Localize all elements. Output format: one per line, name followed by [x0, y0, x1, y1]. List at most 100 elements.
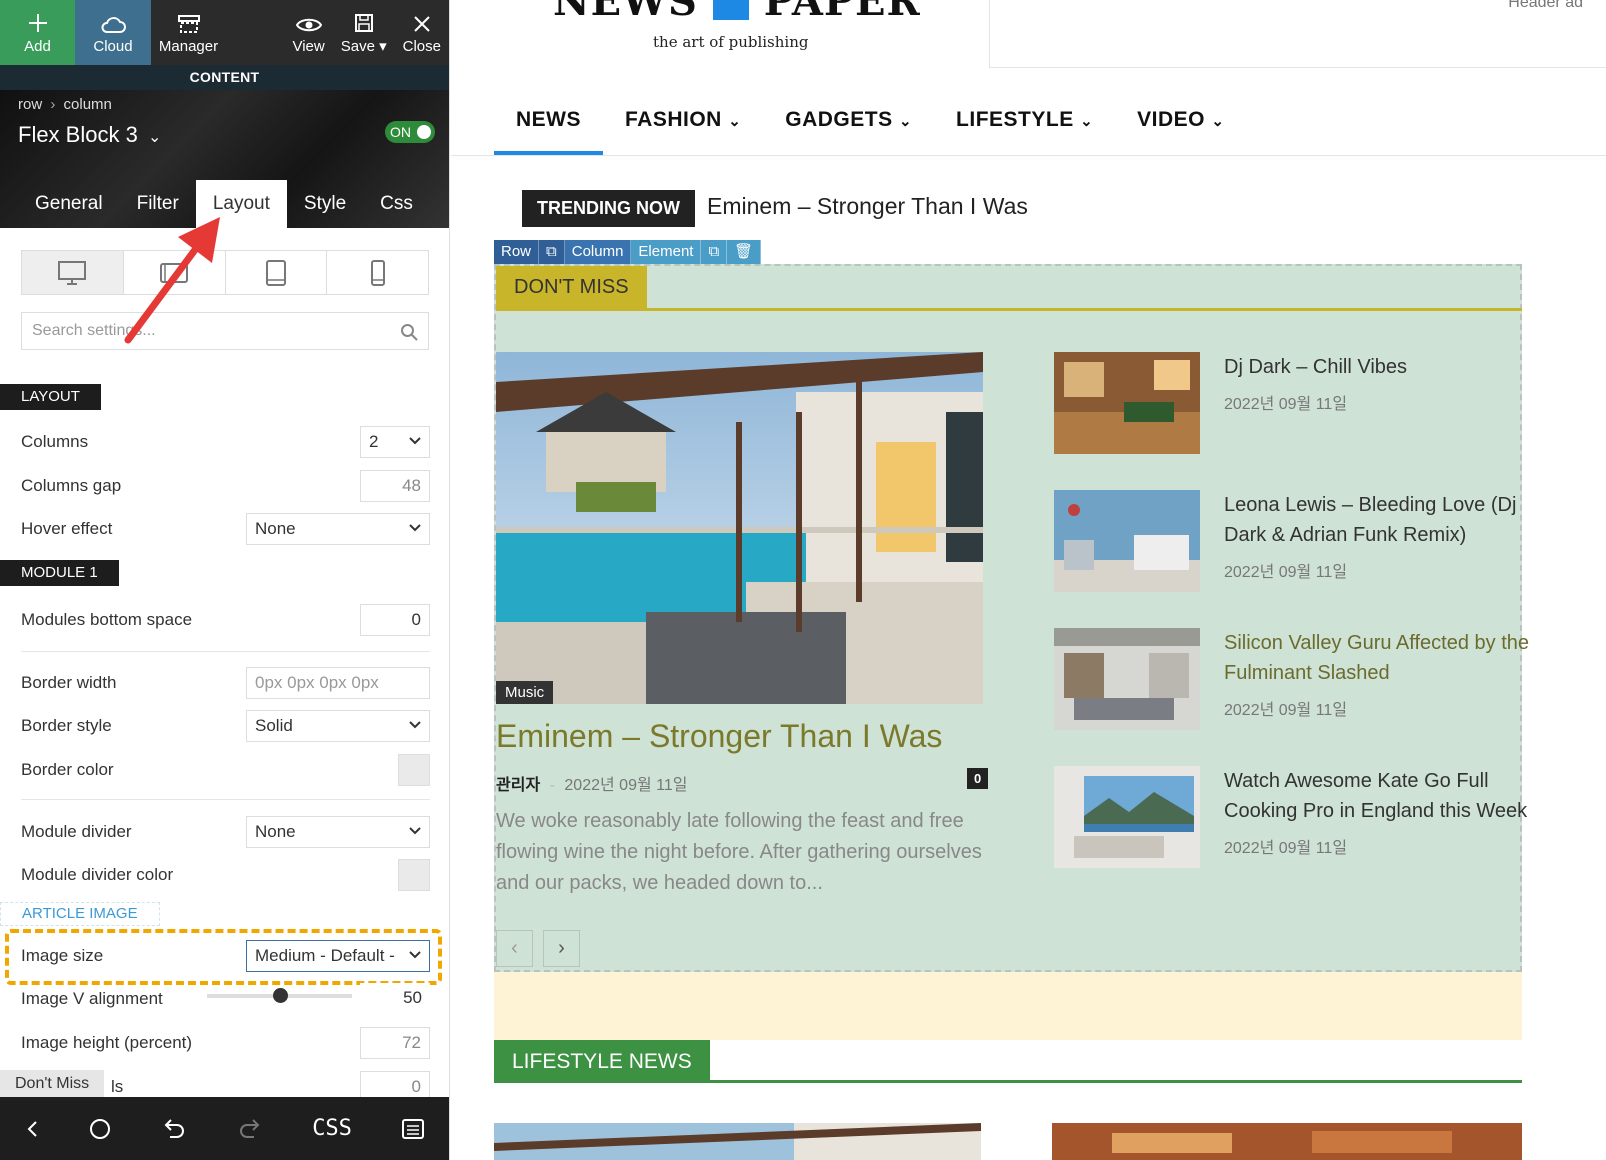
- side-post-title[interactable]: Dj Dark – Chill Vibes: [1224, 352, 1544, 382]
- search-placeholder: Search settings...: [32, 322, 156, 339]
- cloud-button[interactable]: Cloud: [75, 0, 151, 65]
- breadcrumb-row[interactable]: row: [18, 96, 42, 113]
- module-divider-color-swatch[interactable]: [398, 859, 430, 891]
- prev-page-button[interactable]: ‹: [496, 930, 533, 967]
- builder-row-button[interactable]: Row: [494, 240, 540, 264]
- bottom-toolbar: CSS: [0, 1097, 449, 1160]
- tab-style[interactable]: Style: [287, 180, 363, 228]
- module-divider-select[interactable]: None: [246, 816, 430, 848]
- columns-select[interactable]: 2: [360, 426, 430, 458]
- nav-lifestyle[interactable]: LIFESTYLE ⌄: [934, 100, 1115, 155]
- tab-general[interactable]: General: [18, 180, 120, 228]
- pool-villa-image: [496, 352, 983, 704]
- nav-news[interactable]: NEWS: [494, 100, 603, 155]
- blue-room-image: [1054, 490, 1200, 592]
- side-post-title[interactable]: Watch Awesome Kate Go Full Cooking Pro i…: [1224, 766, 1544, 826]
- nav-video-label: VIDEO: [1137, 108, 1205, 131]
- border-color-swatch[interactable]: [398, 754, 430, 786]
- chevron-down-icon: ⌄: [728, 113, 742, 130]
- search-settings-input[interactable]: Search settings...: [21, 312, 429, 350]
- tab-filter[interactable]: Filter: [120, 180, 196, 228]
- trending-title[interactable]: Eminem – Stronger Than I Was: [707, 193, 1028, 220]
- lifestyle-post-image[interactable]: [494, 1123, 981, 1160]
- border-style-select[interactable]: Solid: [246, 710, 430, 742]
- image-v-alignment-slider[interactable]: [207, 988, 352, 1003]
- side-post-thumb[interactable]: [1054, 628, 1200, 730]
- phone-icon: [370, 259, 385, 286]
- desktop-icon: [58, 260, 87, 285]
- hover-effect-value: None: [255, 519, 296, 538]
- chevron-down-icon: ⌄: [147, 129, 162, 146]
- view-button[interactable]: View: [284, 0, 332, 65]
- block-title[interactable]: Flex Block 3 ⌄: [18, 122, 161, 148]
- add-button[interactable]: Add: [0, 0, 75, 65]
- builder-column-button[interactable]: Column: [564, 240, 632, 264]
- close-button[interactable]: Close: [395, 0, 449, 65]
- site-tagline: the art of publishing: [653, 33, 809, 51]
- chevron-down-icon: [409, 721, 421, 729]
- undo-icon[interactable]: [161, 1117, 187, 1141]
- builder-element-button[interactable]: Element: [631, 240, 702, 264]
- cloud-label: Cloud: [93, 38, 133, 55]
- tablet-portrait-button[interactable]: [226, 251, 328, 294]
- side-post-date: 2022년 09월 11일: [1224, 840, 1348, 857]
- side-post-title[interactable]: Silicon Valley Guru Affected by the Fulm…: [1224, 628, 1544, 688]
- site-logo[interactable]: NEWS PAPER: [553, 0, 921, 25]
- slider-handle[interactable]: [272, 988, 288, 1003]
- phone-button[interactable]: [327, 251, 428, 294]
- back-icon[interactable]: [25, 1119, 39, 1139]
- category-badge[interactable]: Music: [496, 681, 554, 704]
- image-height-row: Image height (percent) 72: [21, 1027, 430, 1059]
- dont-miss-line: [496, 308, 1522, 311]
- border-width-input[interactable]: 0px 0px 0px 0px: [246, 667, 430, 699]
- manager-button[interactable]: Manager: [151, 0, 226, 65]
- tablet-landscape-button[interactable]: [124, 251, 226, 294]
- trash-icon[interactable]: 🗑: [727, 240, 762, 264]
- desktop-button[interactable]: [22, 251, 124, 294]
- hover-effect-select[interactable]: None: [246, 513, 430, 545]
- comment-count[interactable]: 0: [967, 768, 989, 789]
- columns-gap-input[interactable]: 48: [360, 470, 430, 502]
- header-ad-label: Header ad: [1508, 0, 1583, 11]
- lounge-image: [1054, 352, 1200, 454]
- author-name[interactable]: 관리자: [496, 777, 540, 794]
- nav-gadgets-label: GADGETS: [785, 108, 893, 131]
- nav-news-label: NEWS: [516, 108, 581, 131]
- css-button[interactable]: CSS: [312, 1116, 352, 1141]
- nav-video[interactable]: VIDEO ⌄: [1115, 100, 1246, 155]
- flex-block[interactable]: DON'T MISS Music Eminem – Stronger Than …: [494, 264, 1529, 972]
- side-post-thumb[interactable]: [1054, 352, 1200, 454]
- image-v-alignment-row: Image V alignment 50: [21, 983, 430, 1015]
- tablet-portrait-icon: [265, 259, 286, 286]
- main-post-image[interactable]: Music: [496, 352, 983, 704]
- tab-layout[interactable]: Layout: [195, 180, 287, 228]
- border-width-row: Border width 0px 0px 0px 0px: [21, 667, 430, 699]
- modules-bottom-space-input[interactable]: 0: [360, 604, 430, 636]
- main-post-title[interactable]: Eminem – Stronger Than I Was: [496, 718, 942, 755]
- copy-icon[interactable]: ⧉: [539, 240, 565, 264]
- redo-icon[interactable]: [237, 1117, 263, 1141]
- menu-icon[interactable]: [401, 1118, 425, 1140]
- breadcrumb-column[interactable]: column: [64, 96, 112, 113]
- image-v-alignment-input[interactable]: 50: [360, 983, 430, 1015]
- nav-fashion[interactable]: FASHION ⌄: [603, 100, 763, 155]
- block-toggle[interactable]: ON: [385, 121, 435, 143]
- next-page-button[interactable]: ›: [543, 930, 580, 967]
- loft-image: [1054, 628, 1200, 730]
- side-post-thumb[interactable]: [1054, 766, 1200, 868]
- nav-gadgets[interactable]: GADGETS ⌄: [763, 100, 934, 155]
- image-height-input[interactable]: 72: [360, 1027, 430, 1059]
- side-post-title[interactable]: Leona Lewis – Bleeding Love (Dj Dark & A…: [1224, 490, 1544, 550]
- home-icon[interactable]: [88, 1117, 112, 1141]
- empty-block-area[interactable]: [494, 972, 1522, 1040]
- side-post-thumb[interactable]: [1054, 490, 1200, 592]
- close-icon: [414, 16, 430, 32]
- lifestyle-post-image[interactable]: [1052, 1123, 1522, 1160]
- save-button[interactable]: Save ▾: [333, 0, 395, 65]
- main-post-excerpt: We woke reasonably late following the fe…: [496, 810, 982, 894]
- settings-panel: Add Cloud Manager View Save ▾ Close CONT: [0, 0, 450, 1160]
- copy-icon[interactable]: ⧉: [701, 240, 728, 264]
- villa-image: [494, 1123, 981, 1160]
- tab-css[interactable]: Css: [363, 180, 430, 228]
- lifestyle-news-title: LIFESTYLE NEWS: [494, 1040, 710, 1083]
